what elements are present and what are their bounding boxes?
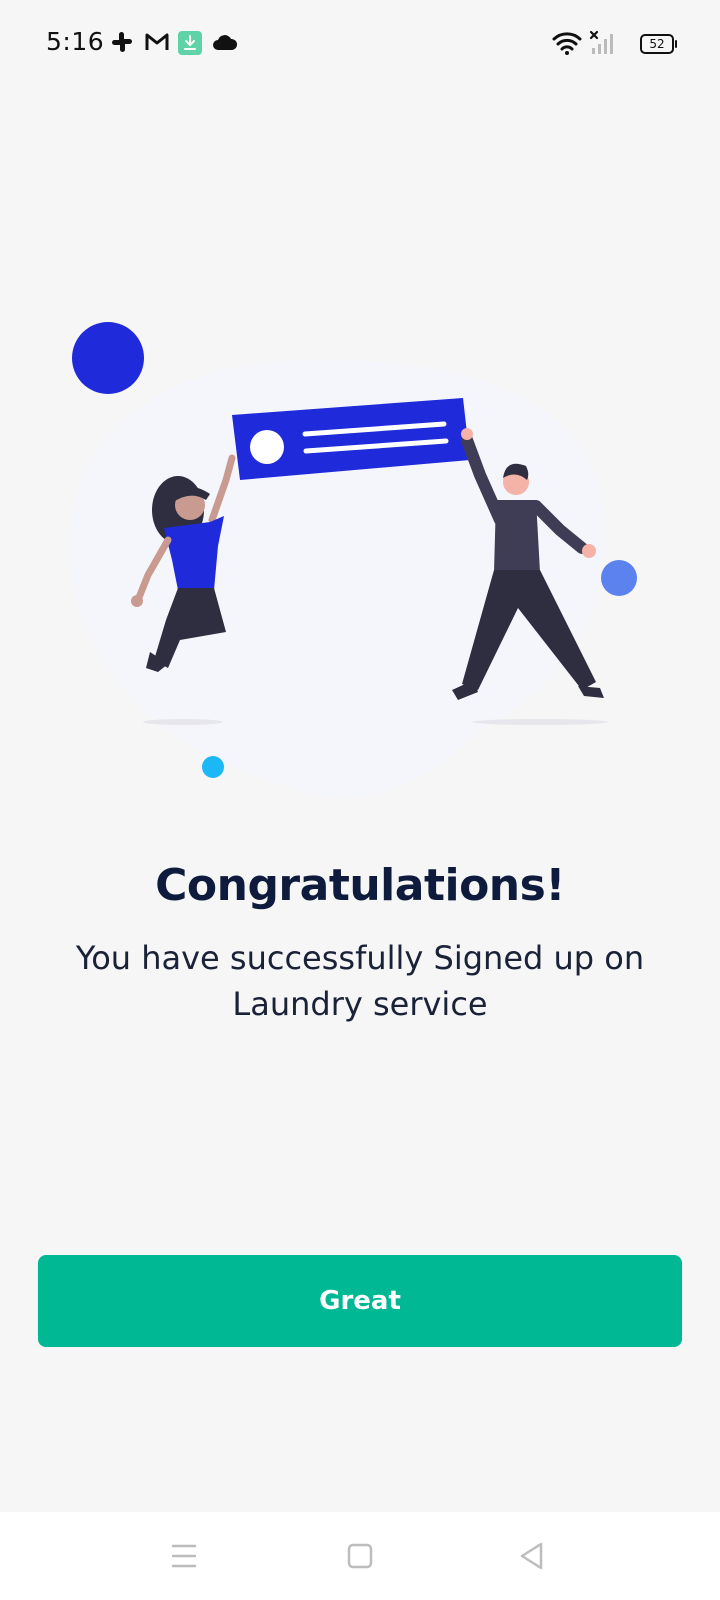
download-icon — [178, 31, 202, 55]
shadow-left — [143, 719, 223, 725]
celebration-illustration — [69, 322, 637, 798]
wifi-icon — [552, 32, 582, 55]
status-bar: 5:16 52 — [0, 0, 720, 88]
gmail-icon — [145, 33, 169, 50]
navigation-bar — [0, 1512, 720, 1600]
decor-circle-large — [72, 322, 144, 394]
success-message: You have successfully Signed up on Laund… — [75, 939, 645, 1023]
decor-circle-small — [202, 756, 224, 778]
page-title: Congratulations! — [155, 860, 565, 911]
battery-icon: 52 — [640, 34, 677, 54]
great-button[interactable]: Great — [38, 1255, 682, 1347]
home-icon[interactable] — [336, 1532, 384, 1580]
cloud-icon — [213, 35, 238, 50]
back-icon[interactable] — [508, 1532, 556, 1580]
menu-icon[interactable] — [160, 1532, 208, 1580]
slack-icon — [112, 32, 132, 52]
status-time: 5:16 — [46, 27, 105, 56]
decor-circle-medium — [601, 560, 637, 596]
shadow-right — [472, 719, 608, 725]
no-signal-icon — [589, 30, 613, 54]
